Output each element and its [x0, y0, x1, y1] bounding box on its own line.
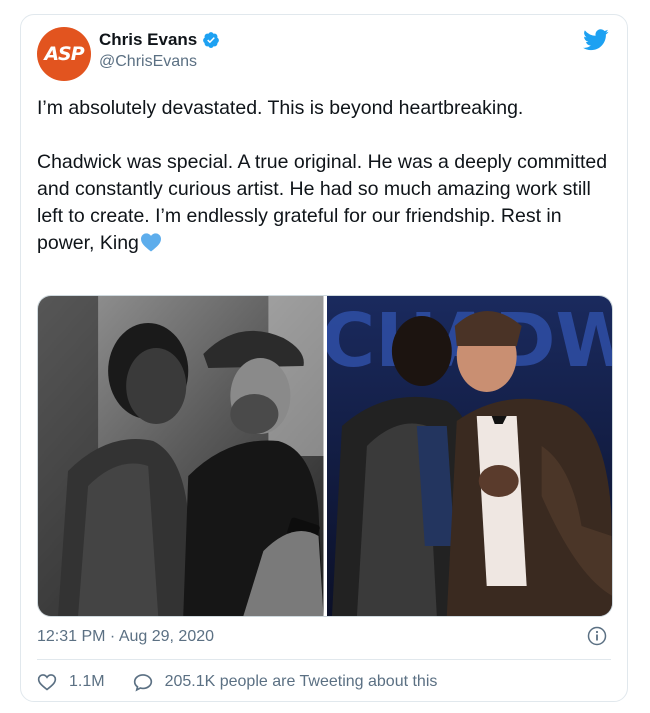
like-count: 1.1M — [69, 673, 105, 690]
conversation-count: 205.1K people are Tweeting about this — [164, 673, 438, 690]
blue-heart-icon — [140, 233, 161, 252]
twitter-bird-icon[interactable] — [583, 29, 609, 51]
tweet-text: I’m absolutely devastated. This is beyon… — [37, 95, 615, 257]
verified-badge-icon — [203, 32, 220, 48]
conversation-button[interactable]: 205.1K people are Tweeting about this — [133, 672, 438, 692]
heart-outline-icon — [37, 674, 57, 691]
speech-bubble-icon — [133, 674, 152, 692]
tweet-card: ASP Chris Evans @ChrisEvans I’m absolute… — [20, 14, 628, 702]
author-name[interactable]: Chris Evans — [99, 30, 197, 50]
photo-right-image: CHADWICK — [326, 296, 612, 616]
author-handle[interactable]: @ChrisEvans — [99, 53, 197, 71]
like-button[interactable]: 1.1M — [37, 672, 105, 692]
tweet-timestamp[interactable]: 12:31 PM · Aug 29, 2020 — [37, 628, 214, 646]
info-icon[interactable] — [587, 626, 607, 646]
media-grid: CHADWICK — [37, 295, 613, 617]
tweet-actions: 1.1M 205.1K people are Tweeting about th… — [37, 672, 437, 692]
divider — [37, 659, 611, 660]
author-name-row[interactable]: Chris Evans — [99, 30, 220, 50]
avatar[interactable]: ASP — [37, 27, 91, 81]
photo-left-image — [38, 296, 324, 616]
photo-left[interactable] — [38, 296, 324, 616]
avatar-text: ASP — [44, 43, 84, 65]
photo-right[interactable]: CHADWICK — [326, 296, 612, 616]
tweet-body: I’m absolutely devastated. This is beyon… — [37, 97, 608, 254]
